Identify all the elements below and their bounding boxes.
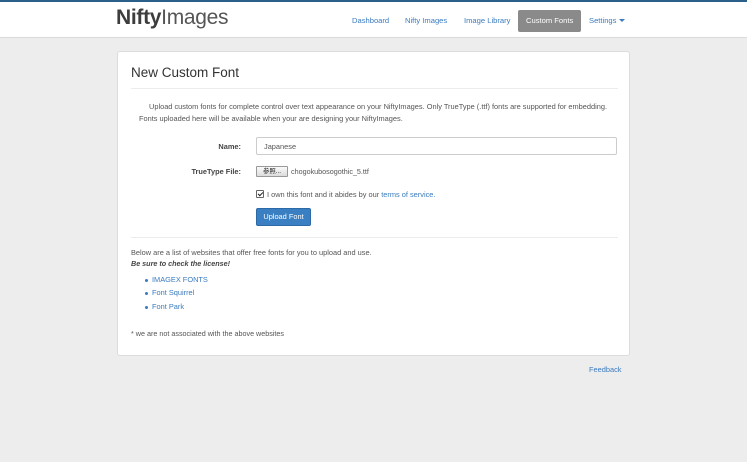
nav-settings[interactable]: Settings (589, 10, 626, 32)
agree-text: I own this font and it abides by our (267, 190, 380, 199)
logo-rest: Images (161, 6, 229, 29)
list-bullet (145, 279, 148, 282)
upload-font-button[interactable]: Upload Font (256, 208, 311, 226)
truetype-file-label: TrueType File: (191, 167, 241, 176)
site-link-font-park[interactable]: Font Park (152, 302, 184, 311)
logo-bold: Nifty (116, 6, 162, 29)
page-title: New Custom Font (131, 65, 240, 80)
nav-nifty-images[interactable]: Nifty Images (405, 10, 447, 32)
divider (131, 88, 618, 89)
name-label: Name: (218, 142, 241, 151)
site-link-imagex-fonts[interactable]: IMAGEX FONTS (152, 275, 208, 284)
site-link-font-squirrel[interactable]: Font Squirrel (152, 288, 194, 297)
intro-text: Upload custom fonts for complete control… (139, 102, 608, 123)
nav-custom-fonts[interactable]: Custom Fonts (518, 10, 582, 32)
nav-dashboard[interactable]: Dashboard (352, 10, 389, 32)
list-bullet (145, 306, 148, 309)
top-navbar: NiftyImages Dashboard Nifty Images Image… (0, 0, 747, 38)
caret-down-icon (619, 19, 626, 22)
nav-settings-label: Settings (589, 16, 617, 25)
divider (131, 237, 618, 238)
browse-file-button[interactable]: 参照... (256, 166, 288, 177)
sites-intro-text: Below are a list of websites that offer … (131, 248, 372, 257)
custom-font-panel: New Custom Font Upload custom fonts for … (117, 51, 630, 356)
agree-label: I own this font and it abides by our ter… (267, 190, 435, 199)
font-name-input[interactable] (256, 137, 617, 155)
logo[interactable]: NiftyImages (116, 6, 229, 30)
license-note: Be sure to check the license! (131, 259, 231, 268)
disclaimer-text: * we are not associated with the above w… (131, 329, 285, 338)
agree-checkbox[interactable] (256, 190, 264, 198)
nav-image-library[interactable]: Image Library (464, 10, 510, 32)
selected-file-name: chogokubosogothic_5.ttf (291, 167, 369, 176)
terms-of-service-link[interactable]: terms of service. (381, 190, 435, 199)
feedback-link[interactable]: Feedback (589, 365, 621, 374)
list-bullet (145, 292, 148, 295)
